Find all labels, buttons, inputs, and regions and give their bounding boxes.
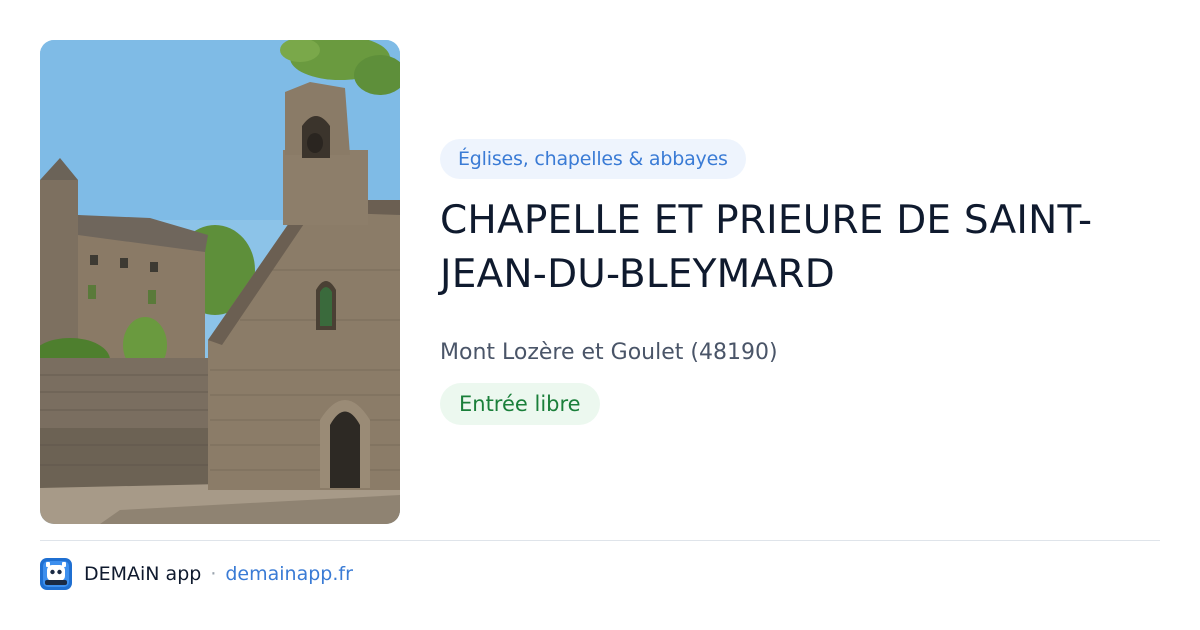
place-title: CHAPELLE ET PRIEURE DE SAINT-JEAN-DU-BLE… <box>440 198 1093 297</box>
demain-app-icon <box>40 558 72 590</box>
chapel-photo <box>40 40 400 524</box>
footer: DEMAiN app · demainapp.fr <box>40 558 353 590</box>
footer-separator: · <box>210 563 217 585</box>
access-badge: Entrée libre <box>440 383 600 425</box>
category-badge: Églises, chapelles & abbayes <box>440 139 746 179</box>
site-link[interactable]: demainapp.fr <box>225 563 353 585</box>
place-location: Mont Lozère et Goulet (48190) <box>440 340 778 365</box>
chapel-photo-illustration <box>40 40 400 524</box>
footer-divider <box>40 540 1160 541</box>
app-name: DEMAiN app <box>84 563 202 585</box>
